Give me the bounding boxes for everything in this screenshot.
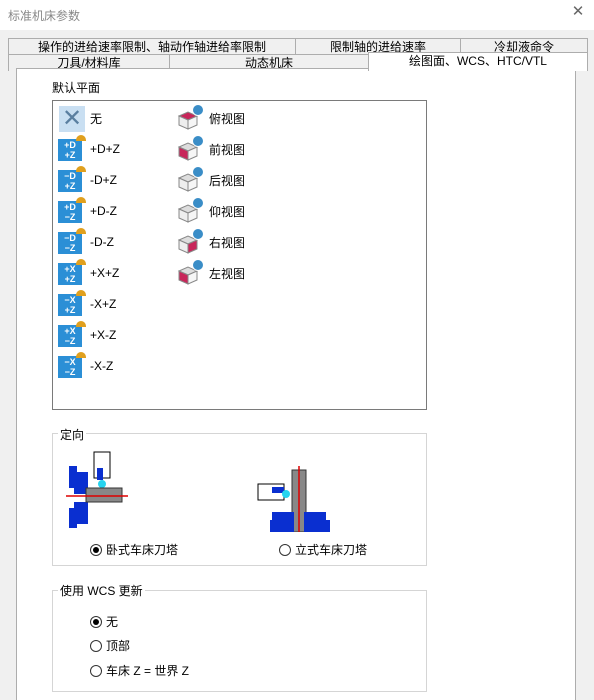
radio-dot-icon xyxy=(90,615,102,628)
view-item[interactable]: 后视图 xyxy=(175,166,245,194)
plane-item-label: +D+Z xyxy=(90,142,121,156)
plane-plus-d-plus-z-icon: +D +Z xyxy=(56,135,86,163)
plane-item-label: +X-Z xyxy=(90,328,117,342)
top-view-icon xyxy=(175,104,205,132)
view-item[interactable]: 前视图 xyxy=(175,135,245,163)
plane-minus-x-plus-z-icon: −X +Z xyxy=(56,290,86,318)
plane-item[interactable]: −D −Z -D-Z xyxy=(56,228,114,256)
view-item[interactable]: 左视图 xyxy=(175,259,245,287)
radio-dot-icon xyxy=(90,543,102,556)
plane-item[interactable]: −D +Z -D+Z xyxy=(56,166,117,194)
window-title: 标准机床参数 xyxy=(8,9,81,23)
vertical-turret-radio[interactable]: 立式车床刀塔 xyxy=(279,541,367,558)
plane-plus-x-minus-z-icon: +X −Z xyxy=(56,321,86,349)
none-x-icon: ✕ xyxy=(56,104,86,132)
plane-item[interactable]: +X −Z +X-Z xyxy=(56,321,116,349)
wcs-update-label: 使用 WCS 更新 xyxy=(58,582,145,599)
bottom-view-icon xyxy=(175,197,205,225)
plane-item-label: 无 xyxy=(90,111,103,126)
plane-item-label: -X+Z xyxy=(90,297,117,311)
plane-minus-d-minus-z-icon: −D −Z xyxy=(56,228,86,256)
plane-minus-x-minus-z-icon: −X −Z xyxy=(56,352,86,380)
front-view-icon xyxy=(175,135,205,163)
plane-item-label: +X+Z xyxy=(90,266,120,280)
wcs-none-radio[interactable]: 无 xyxy=(90,613,118,630)
plane-item-label: +D-Z xyxy=(90,204,117,218)
view-item-label: 右视图 xyxy=(209,235,246,250)
plane-minus-d-plus-z-icon: −D +Z xyxy=(56,166,86,194)
plane-item[interactable]: +X +Z +X+Z xyxy=(56,259,119,287)
wcs-lathe-z-radio[interactable]: 车床 Z = 世界 Z xyxy=(90,662,189,679)
view-item-label: 左视图 xyxy=(209,266,246,281)
plane-plus-x-plus-z-icon: +X +Z xyxy=(56,259,86,287)
left-view-icon xyxy=(175,259,205,287)
plane-item[interactable]: −X +Z -X+Z xyxy=(56,290,116,318)
title-bar: 标准机床参数 ✕ xyxy=(0,0,594,30)
back-view-icon xyxy=(175,166,205,194)
view-item[interactable]: 俯视图 xyxy=(175,104,245,132)
view-item-label: 前视图 xyxy=(209,142,246,157)
view-item[interactable]: 右视图 xyxy=(175,228,245,256)
close-icon[interactable]: ✕ xyxy=(570,4,586,20)
plane-item-label: -X-Z xyxy=(90,359,114,373)
view-item-label: 俯视图 xyxy=(209,111,246,126)
orientation-label: 定向 xyxy=(58,426,87,443)
radio-dot-icon xyxy=(90,639,102,652)
view-item[interactable]: 仰视图 xyxy=(175,197,245,225)
plane-item-label: -D-Z xyxy=(90,235,114,249)
vertical-turret-diagram xyxy=(257,466,330,532)
tab-planes-wcs[interactable]: 绘图面、WCS、HTC/VTL xyxy=(368,52,588,71)
default-plane-label: 默认平面 xyxy=(50,79,103,96)
wcs-top-radio[interactable]: 顶部 xyxy=(90,637,130,654)
plane-item[interactable]: ✕ 无 xyxy=(56,104,102,132)
plane-item-label: -D+Z xyxy=(90,173,117,187)
horizontal-turret-diagram xyxy=(66,451,128,528)
plane-item[interactable]: +D −Z +D-Z xyxy=(56,197,117,225)
radio-dot-icon xyxy=(90,664,102,677)
tab-feedrate-limits[interactable]: 操作的进给速率限制、轴动作轴进给率限制 xyxy=(8,38,296,55)
view-item-label: 仰视图 xyxy=(209,204,246,219)
plane-plus-d-minus-z-icon: +D −Z xyxy=(56,197,86,225)
plane-item[interactable]: +D +Z +D+Z xyxy=(56,135,120,163)
view-item-label: 后视图 xyxy=(209,173,246,188)
plane-item[interactable]: −X −Z -X-Z xyxy=(56,352,113,380)
radio-dot-icon xyxy=(279,543,291,556)
horizontal-turret-radio[interactable]: 卧式车床刀塔 xyxy=(90,541,178,558)
right-view-icon xyxy=(175,228,205,256)
